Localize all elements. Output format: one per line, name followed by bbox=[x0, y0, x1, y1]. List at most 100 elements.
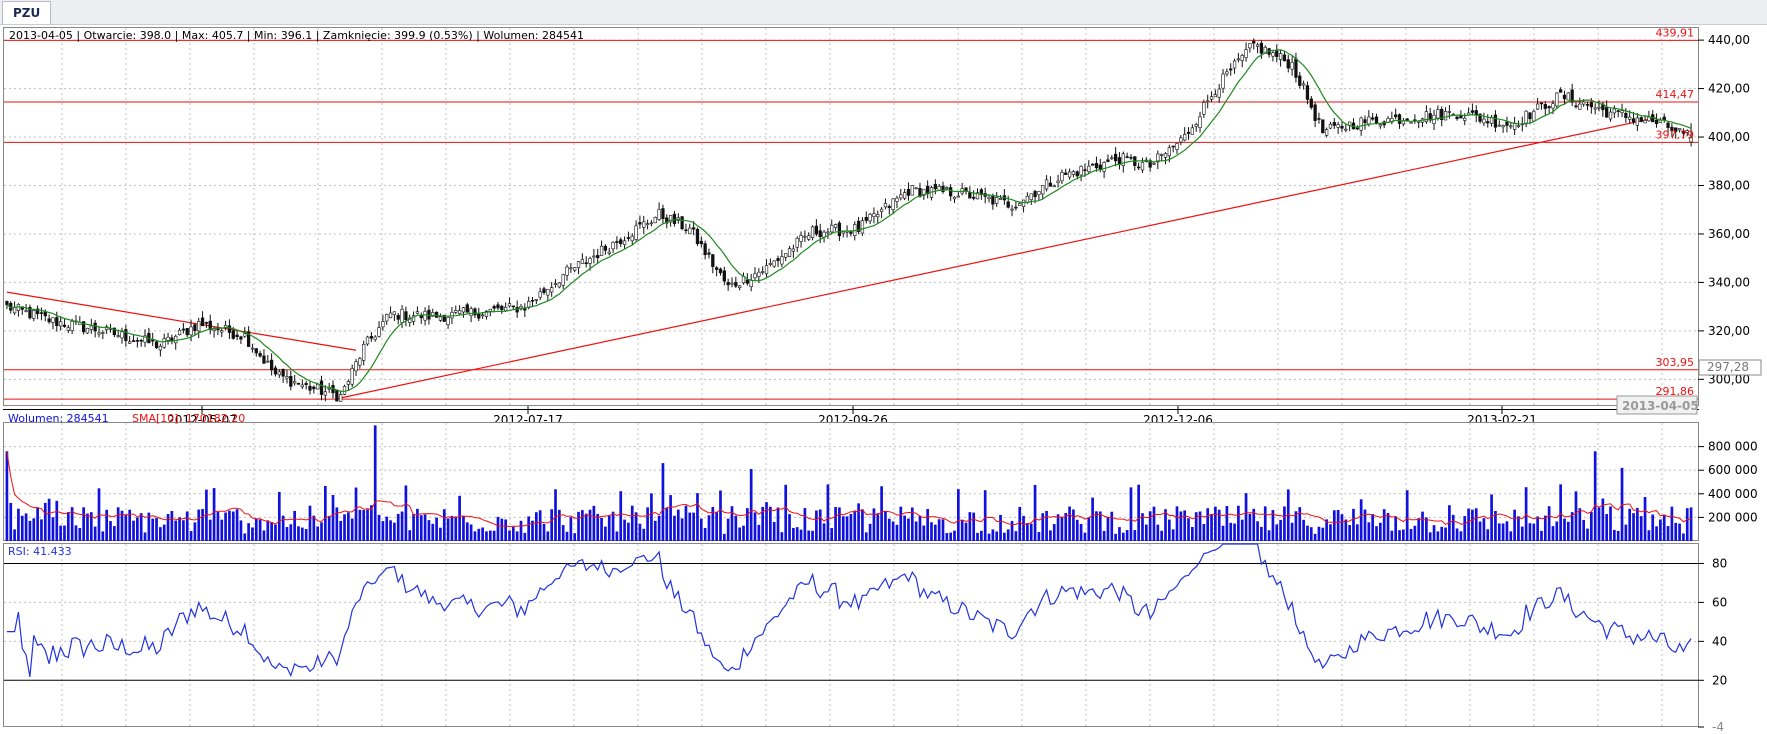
candle-body bbox=[991, 195, 995, 205]
candle-body bbox=[354, 361, 358, 372]
candle-body bbox=[1574, 105, 1578, 108]
volume-bar bbox=[995, 531, 999, 541]
volume-bar bbox=[1079, 524, 1083, 541]
candle-body bbox=[1244, 49, 1248, 58]
volume-bar bbox=[419, 515, 423, 541]
volume-bar bbox=[749, 469, 753, 541]
candle-body bbox=[1037, 191, 1041, 196]
volume-bar bbox=[370, 505, 373, 541]
stock-chart[interactable]: 2013-04-05 | Otwarcie: 398.0 | Max: 405.… bbox=[0, 24, 1767, 734]
candle-body bbox=[860, 220, 865, 234]
candle-body bbox=[139, 339, 143, 342]
volume-bar bbox=[600, 517, 603, 541]
candle-body bbox=[1018, 203, 1022, 206]
volume-bar bbox=[170, 510, 174, 541]
volume-bar bbox=[788, 514, 791, 541]
volume-bar bbox=[953, 530, 956, 541]
candle-body bbox=[1344, 128, 1348, 131]
volume-bar bbox=[1359, 499, 1363, 541]
candle-body bbox=[323, 391, 327, 396]
volume-bar bbox=[1398, 530, 1401, 541]
volume-bar bbox=[1636, 507, 1639, 541]
volume-bar bbox=[293, 510, 296, 541]
volume-bar bbox=[1586, 528, 1589, 541]
volume-bar bbox=[1095, 511, 1098, 541]
volume-bar bbox=[1225, 506, 1229, 541]
candle-body bbox=[85, 327, 90, 334]
volume-bar bbox=[1570, 512, 1574, 541]
volume-bar bbox=[1463, 516, 1467, 541]
candle-body bbox=[415, 311, 420, 314]
volume-bar bbox=[692, 512, 695, 541]
volume-bar bbox=[124, 515, 128, 541]
volume-bar bbox=[673, 515, 676, 541]
candle-body bbox=[634, 225, 638, 240]
volume-bar bbox=[523, 532, 527, 541]
volume-bar bbox=[1382, 509, 1386, 541]
candle bbox=[335, 389, 339, 402]
candle bbox=[1566, 92, 1570, 101]
candle bbox=[434, 311, 439, 318]
volume-bar bbox=[715, 512, 718, 541]
candle-body bbox=[964, 187, 968, 192]
candle-body bbox=[1033, 191, 1037, 198]
volume-bar bbox=[1263, 506, 1267, 541]
candle-body bbox=[1079, 166, 1083, 176]
volume-bar bbox=[151, 518, 155, 541]
candle-body bbox=[580, 259, 585, 264]
volume-bar bbox=[1659, 519, 1662, 541]
candle-body bbox=[876, 214, 880, 218]
price-panel: 2013-04-05 | Otwarcie: 398.0 | Max: 405.… bbox=[3, 26, 1762, 406]
candle-body bbox=[1137, 166, 1141, 169]
candle-body bbox=[1305, 85, 1310, 100]
volume-bar bbox=[112, 526, 116, 541]
volume-bar bbox=[1298, 507, 1302, 541]
volume-bar bbox=[159, 527, 162, 541]
volume-bar bbox=[1125, 530, 1129, 541]
volume-bar bbox=[1144, 524, 1148, 541]
candle-body bbox=[1113, 153, 1118, 162]
candle-body bbox=[258, 353, 262, 357]
candle-body bbox=[546, 288, 550, 296]
volume-bar bbox=[918, 515, 922, 541]
price-y-tick-label: 400,00 bbox=[1708, 130, 1750, 144]
candle-body bbox=[550, 287, 554, 293]
candle-body bbox=[342, 386, 347, 395]
volume-bar bbox=[1651, 514, 1655, 541]
price-y-tick-label: 420,00 bbox=[1708, 82, 1750, 96]
candle-body bbox=[1585, 104, 1590, 106]
volume-bar bbox=[312, 515, 316, 541]
volume-bar bbox=[738, 527, 742, 541]
volume-bar bbox=[784, 484, 788, 541]
candle-body bbox=[1225, 71, 1229, 75]
candle-body bbox=[730, 282, 734, 285]
candle-body bbox=[1608, 111, 1613, 120]
candle-body bbox=[1605, 107, 1609, 118]
volume-bar bbox=[619, 491, 623, 541]
candle-body bbox=[795, 238, 799, 248]
volume-bar bbox=[120, 510, 124, 541]
candle-body bbox=[1106, 159, 1110, 162]
volume-bar bbox=[385, 516, 389, 541]
volume-bar bbox=[28, 520, 32, 541]
candle-body bbox=[826, 231, 830, 234]
volume-bar bbox=[1540, 530, 1543, 541]
volume-bar bbox=[818, 509, 822, 541]
volume-bar bbox=[561, 525, 565, 541]
candle-body bbox=[308, 385, 312, 391]
volume-bar bbox=[968, 512, 972, 541]
volume-bar bbox=[208, 519, 212, 541]
volume-bar bbox=[726, 518, 730, 541]
volume-bar bbox=[542, 523, 546, 541]
volume-bar bbox=[949, 532, 953, 541]
volume-bar bbox=[1543, 515, 1547, 541]
candle-body bbox=[1394, 114, 1398, 118]
candle-body bbox=[496, 304, 500, 309]
candle-body bbox=[511, 305, 515, 308]
volume-bar bbox=[431, 523, 435, 541]
volume-bar bbox=[266, 520, 270, 541]
candle-body bbox=[1528, 112, 1532, 120]
volume-bar bbox=[93, 526, 97, 541]
tab-pzu[interactable]: PZU bbox=[2, 1, 52, 24]
candle-body bbox=[818, 230, 822, 237]
